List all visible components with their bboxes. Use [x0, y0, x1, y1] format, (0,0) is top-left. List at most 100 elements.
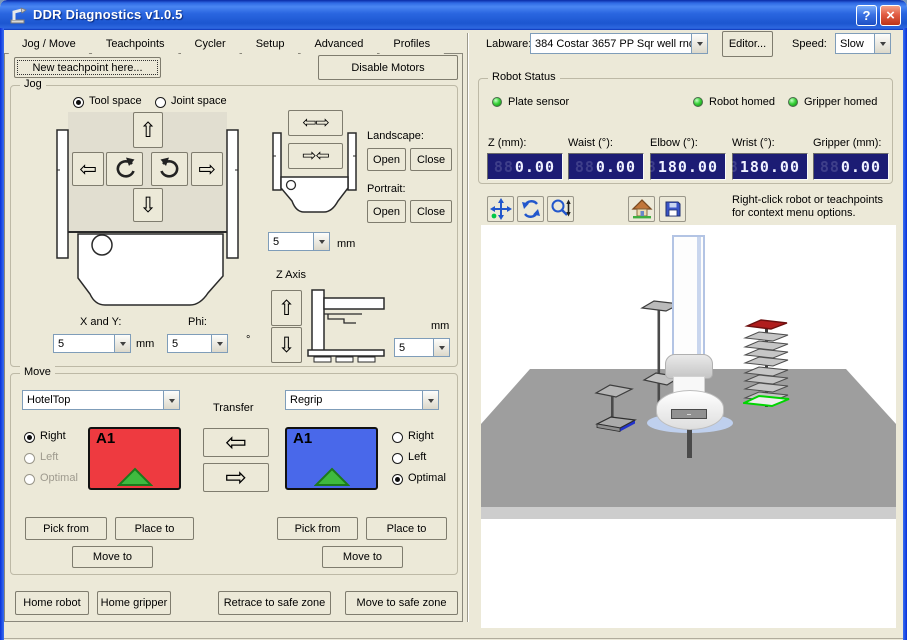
dropdown-arrow-icon[interactable] [211, 335, 227, 352]
robot-status-group-label: Robot Status [488, 71, 560, 83]
waist-readout-label: Waist (°): [568, 137, 613, 149]
phi-unit-label: ° [246, 334, 250, 346]
from-optimal-radio[interactable] [24, 474, 35, 485]
jog-down-button[interactable]: ⇩ [133, 188, 163, 222]
tab-cycler[interactable]: Cycler [181, 36, 240, 54]
home-robot-button[interactable]: Home robot [15, 591, 89, 615]
dropdown-arrow-icon[interactable] [422, 391, 438, 409]
pan-icon [490, 198, 512, 220]
z-down-button[interactable]: ⇩ [271, 327, 302, 363]
robot-side-view-graphic [306, 288, 390, 364]
transfer-left-button[interactable]: ⇦ [203, 428, 269, 457]
source-plate[interactable]: A1 [88, 427, 181, 490]
rotate-view-button[interactable] [517, 196, 544, 222]
jog-rotate-cw-button[interactable] [151, 152, 188, 186]
home-view-button[interactable] [628, 196, 655, 222]
place-to-source-button[interactable]: Place to [115, 517, 194, 540]
move-safe-zone-button[interactable]: Move to safe zone [345, 591, 458, 615]
plate-hotel-stack[interactable] [743, 317, 791, 411]
help-button[interactable]: ? [856, 5, 877, 26]
move-from-combo[interactable]: HotelTop [22, 390, 180, 410]
tab-advanced[interactable]: Advanced [300, 36, 377, 54]
dropdown-arrow-icon[interactable] [313, 233, 329, 250]
joint-space-radio[interactable] [155, 97, 166, 108]
z-up-button[interactable]: ⇧ [271, 290, 302, 326]
retrace-safe-zone-button[interactable]: Retrace to safe zone [218, 591, 331, 615]
xy-step-combo[interactable]: 5 [53, 334, 131, 353]
from-left-radio[interactable] [24, 453, 35, 464]
to-optimal-radio[interactable] [392, 474, 403, 485]
dropdown-arrow-icon[interactable] [874, 34, 890, 53]
window-border-right [903, 28, 907, 640]
waist-readout-display: 880.00 [568, 153, 644, 180]
disable-motors-button[interactable]: Disable Motors [318, 55, 458, 80]
from-right-radio[interactable] [24, 432, 35, 443]
phi-step-combo[interactable]: 5 [167, 334, 228, 353]
move-to-combo[interactable]: Regrip [285, 390, 439, 410]
zoom-view-button[interactable] [547, 196, 574, 222]
close-button[interactable]: × [880, 5, 901, 26]
labware-combo[interactable]: 384 Costar 3657 PP Sqr well rnd l [530, 33, 708, 54]
plate-orientation-icon [314, 467, 350, 487]
home-icon [631, 198, 653, 220]
plate-sensor-label: Plate sensor [508, 96, 569, 108]
up-arrow-icon: ⇧ [139, 118, 157, 142]
dropdown-arrow-icon[interactable] [691, 34, 707, 53]
jog-right-button[interactable]: ⇨ [191, 152, 223, 186]
robot-z-tower[interactable] [672, 235, 705, 360]
z-readout-display: 880.00 [487, 153, 563, 180]
place-to-dest-button[interactable]: Place to [366, 517, 447, 540]
panel-separator [467, 33, 469, 622]
tab-teachpoints[interactable]: Teachpoints [92, 36, 179, 54]
gripper-open-jog-button[interactable]: ⇦⇨ [288, 110, 343, 136]
move-to-dest-button[interactable]: Move to [322, 546, 403, 568]
robot-homed-led [693, 97, 703, 107]
deck-plate[interactable] [595, 415, 637, 435]
z-step-combo[interactable]: 5 [394, 338, 450, 357]
dropdown-arrow-icon[interactable] [114, 335, 130, 352]
to-left-radio[interactable] [392, 453, 403, 464]
save-view-button[interactable] [659, 196, 686, 222]
z-readout-label: Z (mm): [488, 137, 526, 149]
portrait-close-button[interactable]: Close [410, 200, 452, 223]
dropdown-arrow-icon[interactable] [433, 339, 449, 356]
new-teachpoint-button[interactable]: New teachpoint here... [14, 57, 161, 78]
z-unit-label: mm [431, 320, 449, 332]
gripper-readout-label: Gripper (mm): [813, 137, 881, 149]
pick-from-source-button[interactable]: Pick from [25, 517, 107, 540]
down-arrow-icon: ⇩ [139, 193, 157, 217]
tab-setup[interactable]: Setup [242, 36, 299, 54]
jog-up-button[interactable]: ⇧ [133, 112, 163, 148]
tab-jog-move[interactable]: Jog / Move [8, 34, 90, 56]
destination-plate[interactable]: A1 [285, 427, 378, 490]
grip-unit-label: mm [337, 238, 355, 250]
landscape-close-button[interactable]: Close [410, 148, 452, 171]
left-arrow-icon: ⇦ [79, 157, 97, 181]
gripper-close-jog-button[interactable]: ⇨⇦ [288, 143, 343, 169]
elbow-readout-label: Elbow (°): [650, 137, 698, 149]
move-to-source-button[interactable]: Move to [72, 546, 153, 568]
up-arrow-icon: ⇧ [278, 296, 296, 320]
robot-3d-view[interactable] [481, 225, 896, 628]
to-right-radio[interactable] [392, 432, 403, 443]
title-bar[interactable]: DDR Diagnostics v1.0.5 ? × [0, 0, 907, 30]
from-left-label: Left [40, 451, 58, 463]
portrait-open-button[interactable]: Open [367, 200, 406, 223]
to-left-label: Left [408, 451, 426, 463]
landscape-open-button[interactable]: Open [367, 148, 406, 171]
home-gripper-button[interactable]: Home gripper [97, 591, 171, 615]
tab-profiles[interactable]: Profiles [379, 36, 444, 54]
xy-step-label: X and Y: [80, 316, 121, 328]
pan-view-button[interactable] [487, 196, 514, 222]
labware-editor-button[interactable]: Editor... [722, 31, 773, 57]
tool-space-radio[interactable] [73, 97, 84, 108]
jog-left-button[interactable]: ⇦ [72, 152, 104, 186]
pick-from-dest-button[interactable]: Pick from [277, 517, 358, 540]
wrist-readout-display: 8180.00 [732, 153, 808, 180]
tab-strip: Jog / Move Teachpoints Cycler Setup Adva… [8, 33, 446, 55]
jog-rotate-ccw-button[interactable] [106, 152, 143, 186]
dropdown-arrow-icon[interactable] [163, 391, 179, 409]
speed-combo[interactable]: Slow [835, 33, 891, 54]
grip-step-combo[interactable]: 5 [268, 232, 330, 251]
transfer-right-button[interactable]: ⇨ [203, 463, 269, 492]
